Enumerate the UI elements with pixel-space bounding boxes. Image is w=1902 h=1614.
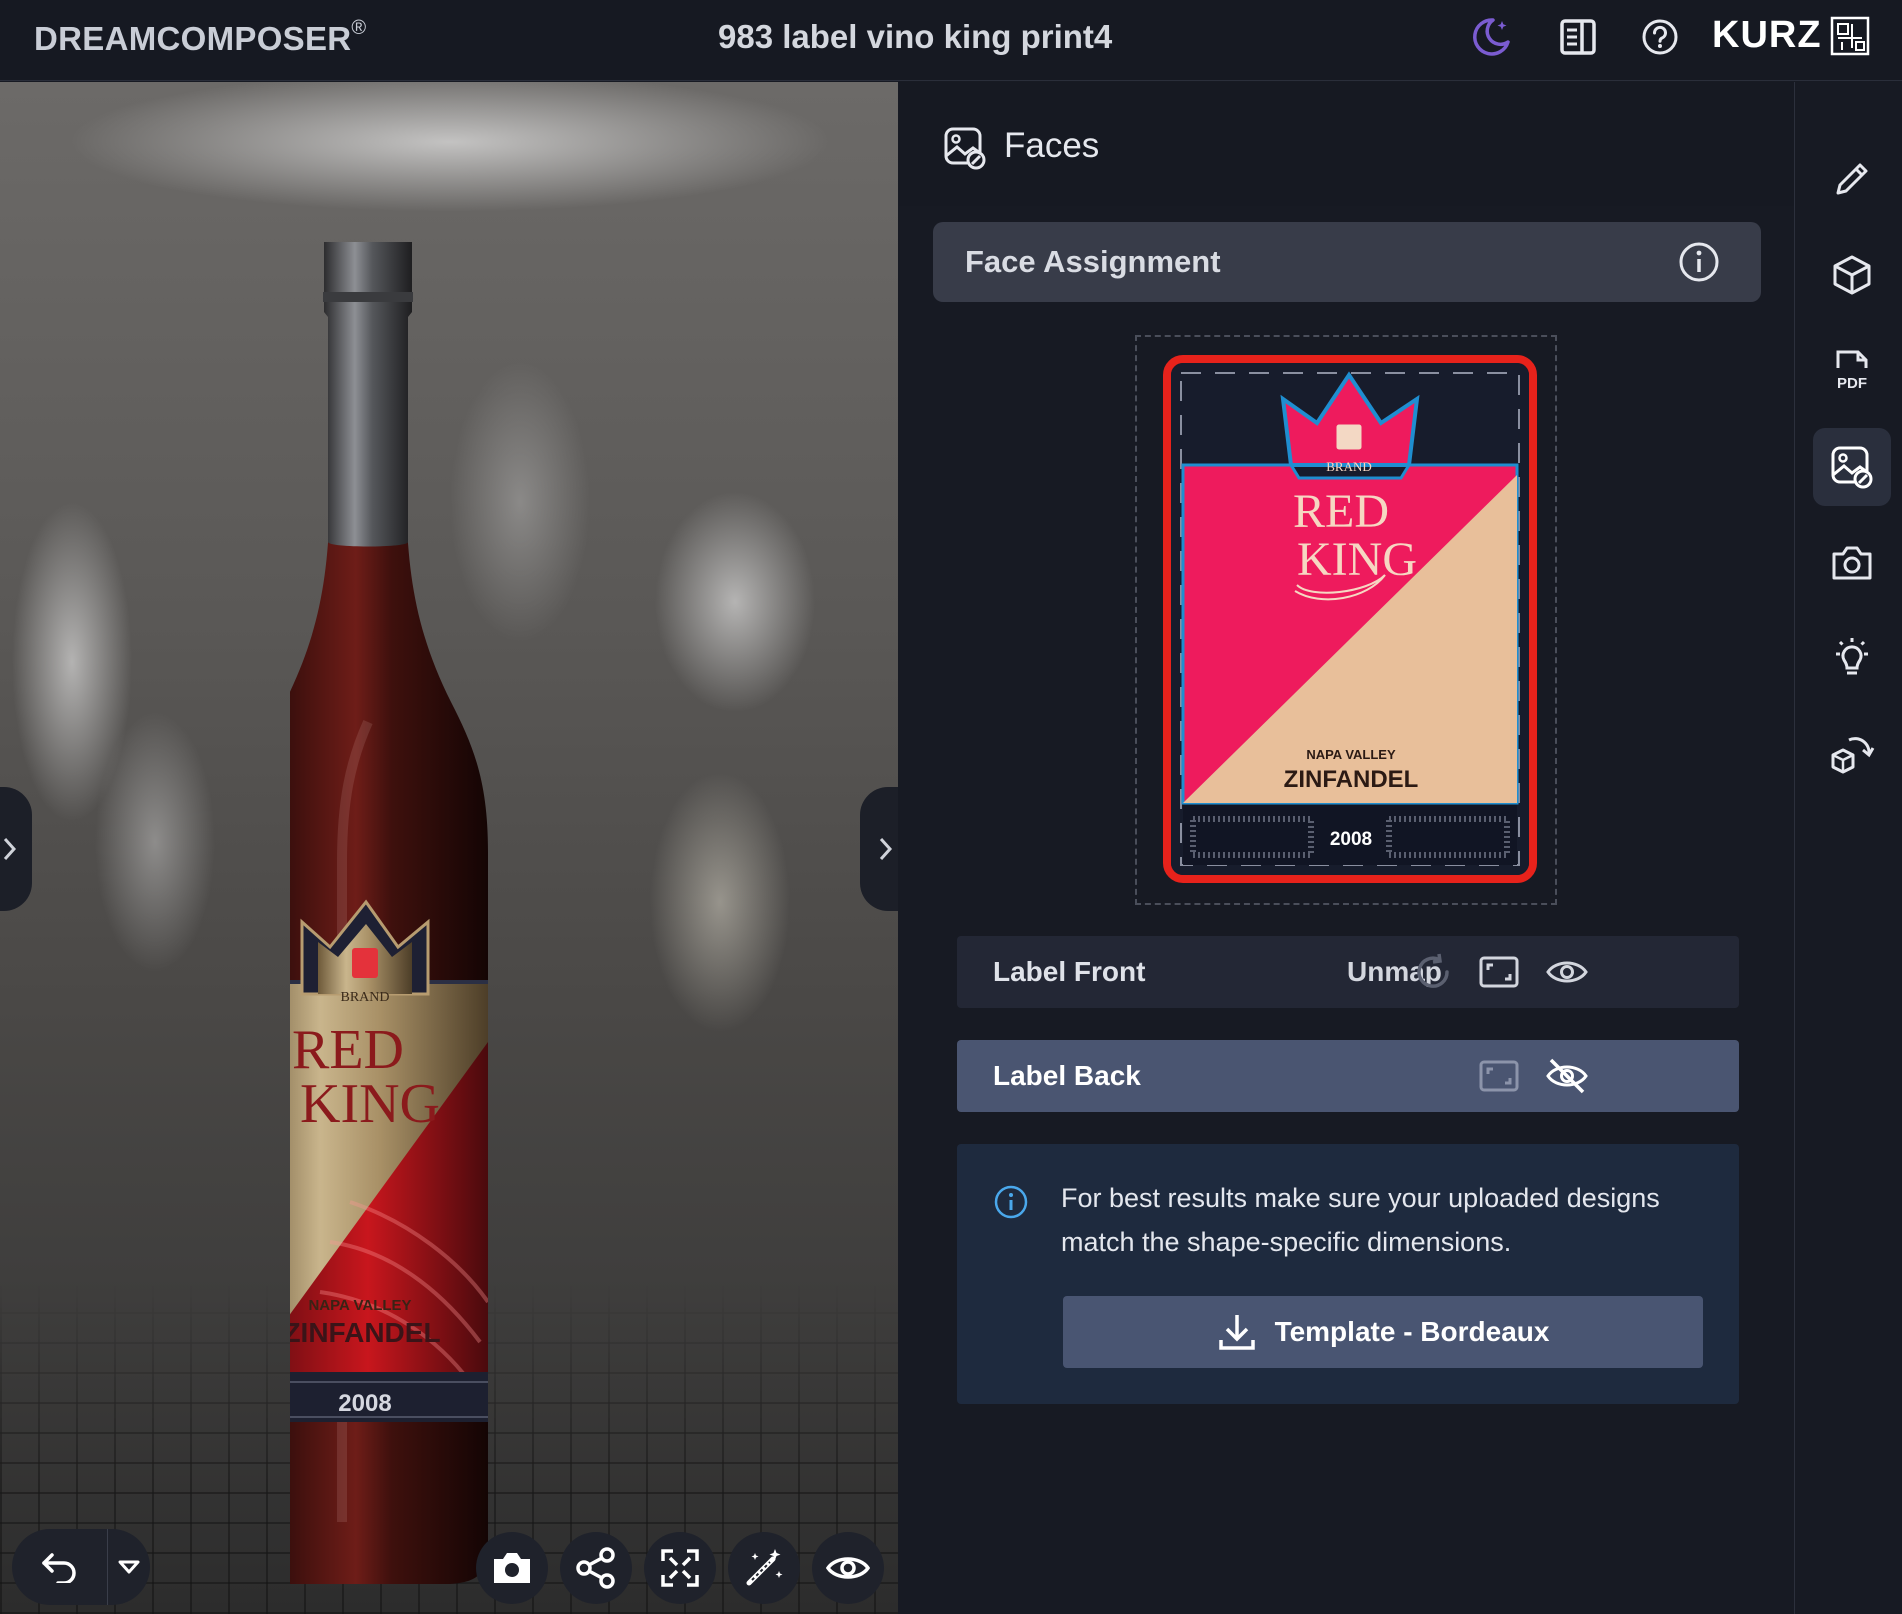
undo-group <box>12 1529 150 1605</box>
magic-wand-icon <box>746 1549 783 1586</box>
face-preview-area: BRAND RED KING NAPA VALLEY ZINFANDEL 200… <box>1135 335 1557 905</box>
dark-mode-icon[interactable] <box>1468 14 1514 60</box>
3d-viewport[interactable]: BRAND RED KING NAPA VALLEY ZINFANDEL 200… <box>0 82 898 1614</box>
app-brand: DREAMCOMPOSER® <box>34 17 367 58</box>
share-icon <box>576 1547 615 1589</box>
collapse-left-tab[interactable] <box>0 787 32 911</box>
info-text: For best results make sure your uploaded… <box>1061 1183 1660 1257</box>
document-title: 983 label vino king print4 <box>718 18 1113 55</box>
face-row-label-front[interactable]: Label Front Unmap <box>957 936 1739 1008</box>
fullscreen-icon <box>661 1549 699 1587</box>
wine-bottle-render: BRAND RED KING NAPA VALLEY ZINFANDEL 200… <box>290 242 488 1584</box>
info-icon[interactable] <box>1677 240 1721 284</box>
eye-icon <box>826 1557 870 1579</box>
face-label: Label Front <box>993 956 1146 987</box>
fullscreen-button[interactable] <box>644 1532 716 1604</box>
preview-varietal-text: ZINFANDEL <box>1284 766 1419 793</box>
right-toolbar: PDF <box>1794 82 1902 1614</box>
light-tool-button[interactable] <box>1813 620 1891 698</box>
chevron-right-icon <box>3 837 17 861</box>
preview-name-line2: KING <box>1297 533 1417 586</box>
model-tool-button[interactable] <box>1813 236 1891 314</box>
bottle-region-text: NAPA VALLEY <box>308 1297 411 1314</box>
dropdown-icon <box>118 1560 140 1574</box>
rotate-cube-icon <box>1831 737 1875 774</box>
brand-name: DREAMCOMPOSER <box>34 20 352 57</box>
svg-text:PDF: PDF <box>1837 375 1867 392</box>
camera-tool-button[interactable] <box>1813 524 1891 602</box>
fit-frame-icon[interactable] <box>1475 1053 1523 1099</box>
faces-panel: Faces Face Assignment BRAND RED KING NAP… <box>899 82 1794 1614</box>
light-icon <box>1836 638 1868 675</box>
registered-mark: ® <box>351 17 367 39</box>
eye-icon[interactable] <box>1543 949 1591 995</box>
info-icon <box>994 1185 1028 1219</box>
edit-icon <box>1836 163 1868 195</box>
face-assignment-title: Face Assignment <box>965 244 1221 279</box>
expand-panel-tab[interactable] <box>860 787 898 911</box>
rotate-tool-button[interactable] <box>1813 716 1891 794</box>
preview-name-line1: RED <box>1293 485 1389 538</box>
face-row-label-back[interactable]: Label Back <box>957 1040 1739 1112</box>
kurz-logo-mark <box>1830 16 1869 55</box>
snapshot-button[interactable] <box>476 1532 548 1604</box>
bottle-name-line1: RED <box>292 1019 404 1081</box>
bottle-varietal-text: ZINFANDEL <box>290 1317 441 1348</box>
kurz-logo-text: KURZ <box>1712 14 1822 56</box>
download-icon <box>1218 1315 1255 1350</box>
preview-year-text: 2008 <box>1330 829 1372 850</box>
camera-icon <box>494 1553 530 1583</box>
download-template-button[interactable]: Template - Bordeaux <box>1063 1296 1703 1368</box>
visibility-button[interactable] <box>812 1532 884 1604</box>
kurz-logo: KURZ <box>1712 14 1870 57</box>
camera-icon <box>1832 546 1872 580</box>
cube-icon <box>1833 255 1871 295</box>
magic-button[interactable] <box>728 1532 800 1604</box>
bottle-brand-text: BRAND <box>340 990 389 1005</box>
fit-frame-icon[interactable] <box>1475 949 1523 995</box>
face-assignment-header: Face Assignment <box>933 222 1761 302</box>
faces-icon <box>944 127 986 170</box>
template-button-label: Template - Bordeaux <box>1274 1316 1550 1347</box>
chevron-right-icon <box>879 837 893 861</box>
pdf-tool-button[interactable]: PDF <box>1813 332 1891 410</box>
pdf-icon: PDF <box>1836 350 1868 392</box>
top-bar: DREAMCOMPOSER® 983 label vino king print… <box>0 0 1902 81</box>
notes-icon[interactable] <box>1555 14 1601 60</box>
share-button[interactable] <box>560 1532 632 1604</box>
undo-button[interactable] <box>12 1529 108 1605</box>
edit-tool-button[interactable] <box>1813 140 1891 218</box>
face-label: Label Back <box>993 1060 1141 1091</box>
selected-face-preview[interactable]: BRAND RED KING NAPA VALLEY ZINFANDEL 200… <box>1163 355 1537 883</box>
faces-icon <box>1831 446 1873 489</box>
preview-brand-text: BRAND <box>1326 459 1372 474</box>
bottle-year-text: 2008 <box>338 1390 391 1417</box>
panel-header: Faces <box>899 82 1794 206</box>
label-front-artwork: BRAND RED KING NAPA VALLEY ZINFANDEL 200… <box>1171 363 1529 875</box>
bottle-name-line2: KING <box>300 1073 440 1135</box>
reset-icon[interactable] <box>1409 949 1457 995</box>
undo-history-dropdown[interactable] <box>108 1529 150 1605</box>
faces-tool-button[interactable] <box>1813 428 1891 506</box>
preview-region-text: NAPA VALLEY <box>1306 747 1396 762</box>
eye-off-icon[interactable] <box>1543 1053 1591 1099</box>
help-icon[interactable] <box>1637 14 1683 60</box>
info-box: For best results make sure your uploaded… <box>957 1144 1739 1404</box>
panel-title: Faces <box>1004 126 1100 165</box>
undo-icon <box>41 1553 76 1583</box>
